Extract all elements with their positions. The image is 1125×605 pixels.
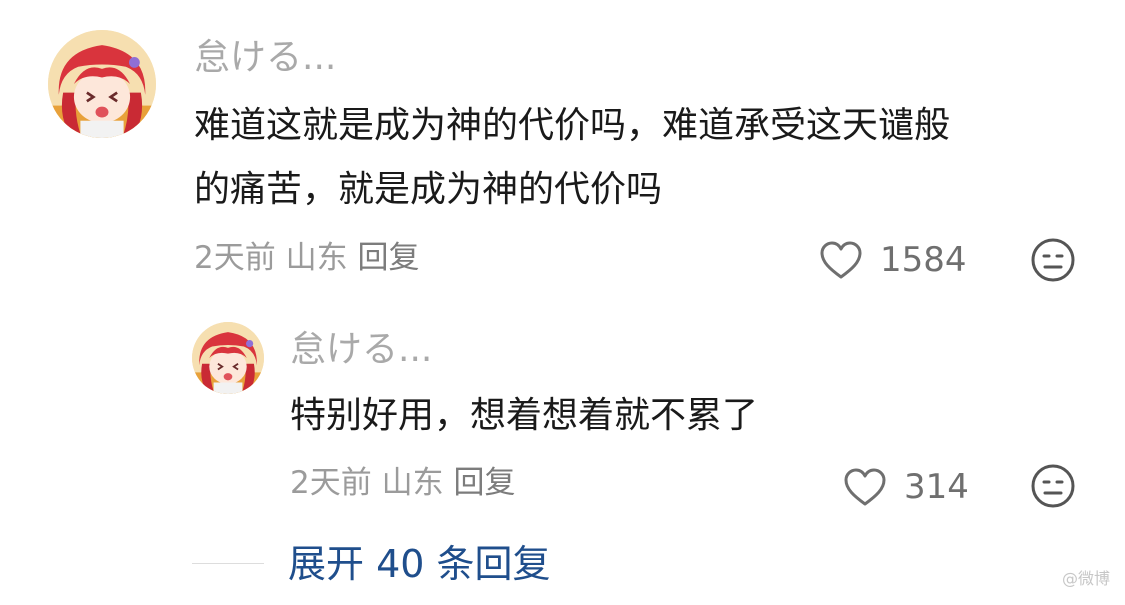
neutral-face-icon	[1031, 238, 1075, 282]
reply-location: 山东	[381, 465, 444, 501]
comment-reply-button[interactable]: 回复	[357, 240, 419, 276]
comment-like-count: 1584	[880, 240, 967, 280]
comment-avatar[interactable]	[48, 30, 156, 138]
heart-icon	[844, 468, 886, 506]
watermark: @微博	[1062, 569, 1111, 588]
expand-replies-button[interactable]: 展开 40 条回复	[288, 542, 551, 586]
anime-girl-avatar-icon	[48, 30, 156, 138]
reply-reaction-button[interactable]	[1030, 463, 1076, 509]
comment-location: 山东	[285, 240, 348, 276]
reply-time: 2天前	[290, 465, 372, 501]
reply-avatar[interactable]	[192, 322, 264, 394]
comment-text-line2: 的痛苦，就是成为神的代价吗	[194, 169, 663, 210]
reply-like-button[interactable]: 314	[842, 466, 969, 508]
reply-meta: 2天前 山东 回复	[290, 465, 515, 501]
reply-reply-button[interactable]: 回复	[453, 465, 515, 501]
comment-time: 2天前	[194, 240, 276, 276]
comment-text-line1: 难道这就是成为神的代价吗，难道承受这天谴般	[194, 105, 951, 146]
comment-meta: 2天前 山东 回复	[194, 240, 419, 276]
comment-reaction-button[interactable]	[1030, 237, 1076, 283]
comment-username[interactable]: 怠ける...	[194, 38, 336, 78]
reply-text: 特别好用，想着想着就不累了	[290, 395, 759, 436]
comment-like-button[interactable]: 1584	[818, 239, 967, 281]
anime-girl-avatar-icon	[192, 322, 264, 394]
neutral-face-icon	[1031, 464, 1075, 508]
heart-icon	[820, 241, 862, 279]
reply-like-count: 314	[904, 467, 969, 507]
reply-username[interactable]: 怠ける...	[290, 330, 432, 370]
expand-divider	[192, 563, 264, 564]
